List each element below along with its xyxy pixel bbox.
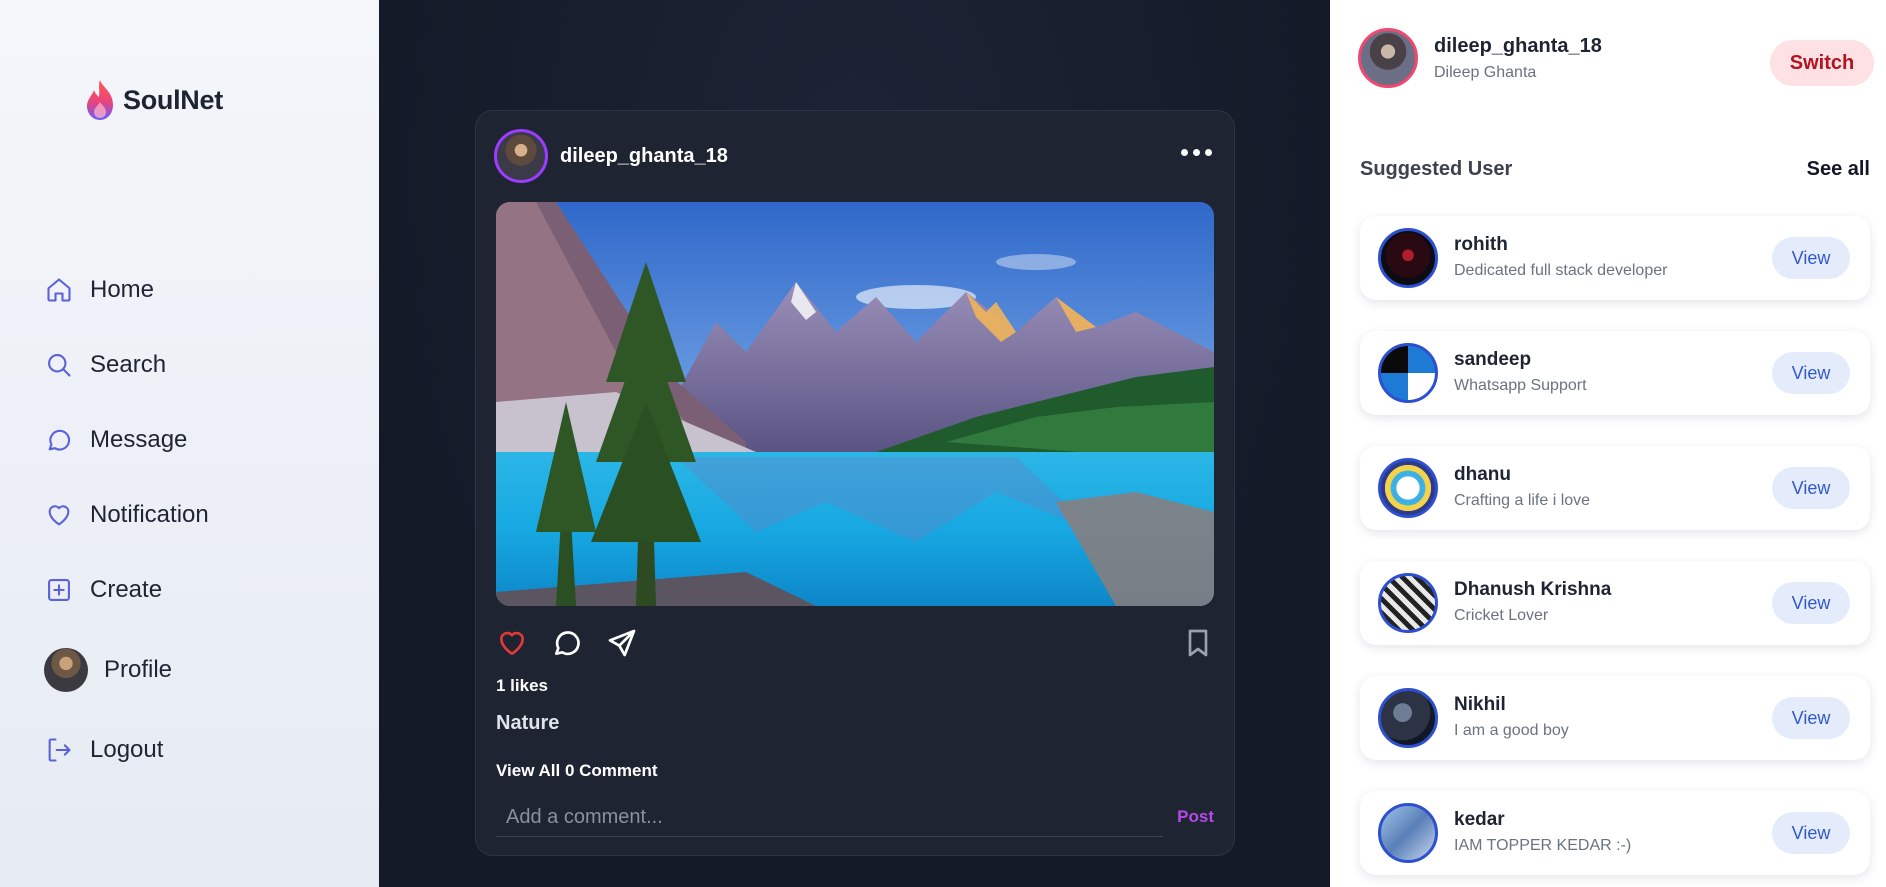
- post-image[interactable]: [496, 202, 1214, 606]
- right-panel: dileep_ghanta_18 Dileep Ghanta Switch Su…: [1330, 0, 1886, 887]
- suggested-user-avatar[interactable]: [1378, 343, 1438, 403]
- suggested-user-name[interactable]: Nikhil: [1454, 694, 1506, 716]
- comment-icon[interactable]: [551, 627, 583, 659]
- search-icon: [44, 350, 74, 380]
- suggested-user-bio: I am a good boy: [1454, 722, 1569, 739]
- suggested-user-card: rohith Dedicated full stack developer Vi…: [1360, 216, 1870, 300]
- current-user: dileep_ghanta_18 Dileep Ghanta: [1358, 28, 1602, 88]
- post-author-username[interactable]: dileep_ghanta_18: [560, 145, 728, 168]
- logo[interactable]: SoulNet: [83, 78, 223, 122]
- nav-profile-label: Profile: [104, 656, 173, 683]
- post-author-avatar[interactable]: [494, 129, 548, 183]
- view-user-button[interactable]: View: [1772, 582, 1850, 624]
- heart-icon: [44, 500, 74, 530]
- post-card: dileep_ghanta_18 1 likes Nature View All…: [475, 110, 1235, 856]
- switch-account-button[interactable]: Switch: [1770, 40, 1874, 86]
- like-icon[interactable]: [496, 627, 528, 659]
- suggested-user-avatar[interactable]: [1378, 688, 1438, 748]
- suggested-user-card: sandeep Whatsapp Support View: [1360, 331, 1870, 415]
- suggested-user-name[interactable]: kedar: [1454, 809, 1505, 831]
- view-user-button[interactable]: View: [1772, 697, 1850, 739]
- nav-create[interactable]: Create: [44, 570, 162, 610]
- current-user-avatar[interactable]: [1358, 28, 1418, 88]
- suggested-user-avatar[interactable]: [1378, 803, 1438, 863]
- comment-input[interactable]: [496, 799, 1163, 837]
- more-options-icon[interactable]: [1181, 149, 1212, 156]
- post-actions: [496, 627, 1214, 661]
- current-user-username[interactable]: dileep_ghanta_18: [1434, 35, 1602, 58]
- suggested-user-bio: Dedicated full stack developer: [1454, 262, 1668, 279]
- profile-avatar: [44, 648, 88, 692]
- post-header: dileep_ghanta_18: [494, 129, 728, 183]
- see-all-link[interactable]: See all: [1807, 158, 1870, 181]
- post-caption: Nature: [496, 712, 560, 734]
- suggested-user-card: dhanu Crafting a life i love View: [1360, 446, 1870, 530]
- nav-home-label: Home: [90, 276, 155, 303]
- view-user-button[interactable]: View: [1772, 467, 1850, 509]
- suggested-user-name[interactable]: sandeep: [1454, 349, 1531, 371]
- mountain-lake-image: [496, 202, 1214, 606]
- nav-home[interactable]: Home: [44, 270, 154, 310]
- plus-square-icon: [44, 575, 74, 605]
- message-icon: [44, 425, 74, 455]
- share-icon[interactable]: [606, 627, 638, 659]
- logout-icon: [44, 735, 74, 765]
- suggested-user-bio: Cricket Lover: [1454, 607, 1549, 624]
- view-user-button[interactable]: View: [1772, 812, 1850, 854]
- nav-create-label: Create: [90, 576, 163, 603]
- nav-search-label: Search: [90, 351, 167, 378]
- view-user-button[interactable]: View: [1772, 237, 1850, 279]
- suggested-user-card: kedar IAM TOPPER KEDAR :-) View: [1360, 791, 1870, 875]
- suggested-user-name[interactable]: Dhanush Krishna: [1454, 579, 1611, 601]
- comment-row: Post: [496, 799, 1214, 837]
- suggested-user-avatar[interactable]: [1378, 458, 1438, 518]
- suggested-user-bio: Whatsapp Support: [1454, 377, 1587, 394]
- nav-search[interactable]: Search: [44, 345, 166, 385]
- suggested-users-title: Suggested User: [1360, 158, 1513, 180]
- suggested-user-bio: Crafting a life i love: [1454, 492, 1591, 509]
- nav-profile[interactable]: Profile: [44, 648, 172, 692]
- home-icon: [44, 275, 74, 305]
- current-user-name: Dileep Ghanta: [1434, 63, 1537, 81]
- suggested-user-avatar[interactable]: [1378, 228, 1438, 288]
- bookmark-icon[interactable]: [1182, 627, 1214, 659]
- nav-message[interactable]: Message: [44, 420, 187, 460]
- suggested-user-avatar[interactable]: [1378, 573, 1438, 633]
- current-user-info: dileep_ghanta_18 Dileep Ghanta: [1434, 35, 1602, 82]
- suggested-user-card: Nikhil I am a good boy View: [1360, 676, 1870, 760]
- suggested-user-bio: IAM TOPPER KEDAR :-): [1454, 837, 1632, 854]
- post-comment-button[interactable]: Post: [1177, 807, 1214, 827]
- nav-message-label: Message: [90, 426, 188, 453]
- suggested-user-name[interactable]: dhanu: [1454, 464, 1511, 486]
- view-all-comments-link[interactable]: View All 0 Comment: [496, 761, 658, 781]
- view-user-button[interactable]: View: [1772, 352, 1850, 394]
- suggested-user-card: Dhanush Krishna Cricket Lover View: [1360, 561, 1870, 645]
- nav-logout[interactable]: Logout: [44, 730, 163, 770]
- flame-logo-icon: [87, 80, 113, 120]
- nav-notification-label: Notification: [90, 501, 209, 528]
- logo-text: SoulNet: [123, 84, 223, 115]
- nav-notification[interactable]: Notification: [44, 495, 209, 535]
- likes-count: 1 likes: [496, 676, 548, 695]
- suggested-user-name[interactable]: rohith: [1454, 234, 1508, 256]
- nav-logout-label: Logout: [90, 736, 164, 763]
- sidebar: SoulNet Home Search Message Notification: [0, 0, 379, 887]
